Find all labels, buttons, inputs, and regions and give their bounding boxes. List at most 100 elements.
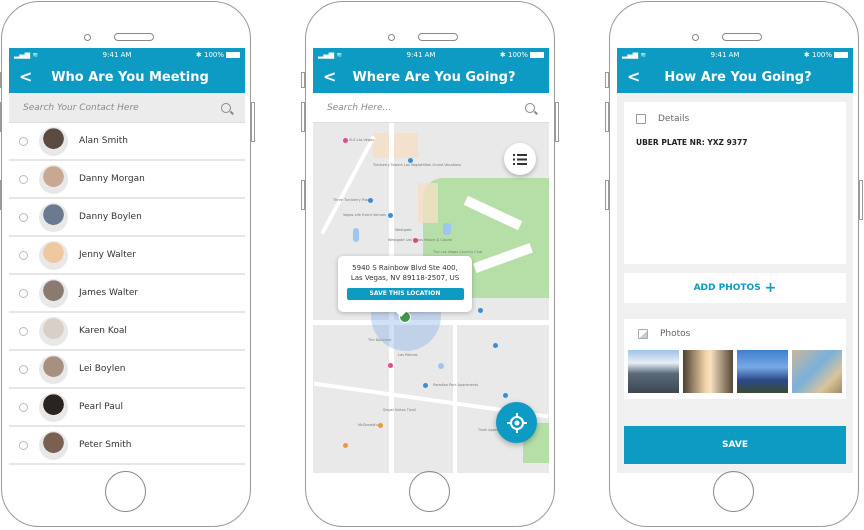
map-poi-pin[interactable]: [388, 363, 393, 368]
home-button[interactable]: [713, 471, 754, 512]
map-label: Las Palmas: [398, 353, 418, 357]
contact-row[interactable]: Peter Smith: [9, 427, 245, 465]
contact-radio[interactable]: [19, 136, 28, 146]
mute-switch: [605, 72, 609, 88]
contact-radio[interactable]: [19, 440, 28, 450]
power-button: [251, 102, 255, 142]
details-card[interactable]: Details UBER PLATE NR: YXZ 9377: [624, 102, 846, 264]
mute-switch: [301, 72, 305, 88]
water-pond: [443, 223, 451, 235]
save-button[interactable]: SAVE: [624, 426, 846, 464]
map-poi-pin[interactable]: [378, 423, 383, 428]
home-button[interactable]: [409, 471, 450, 512]
search-icon[interactable]: [221, 102, 231, 113]
contact-radio[interactable]: [19, 250, 28, 260]
search-icon[interactable]: [525, 102, 535, 113]
phone-frame-3: ▂▄▆ ≋ 9:41 AM ✱ 100% < How Are You Going…: [605, 1, 863, 527]
contact-row[interactable]: Lei Boylen: [9, 351, 245, 389]
add-photos-label: ADD PHOTOS: [693, 283, 761, 293]
app-header: < Where Are You Going?: [313, 62, 549, 93]
contact-name: Lei Boylen: [79, 364, 126, 374]
volume-down-button: [301, 180, 305, 210]
contact-name: Peter Smith: [79, 440, 132, 450]
battery-percent: 100%: [507, 51, 528, 59]
status-time: 9:41 AM: [102, 51, 132, 59]
status-time: 9:41 AM: [710, 51, 740, 59]
map-poi-pin[interactable]: [503, 393, 508, 398]
back-chevron-icon[interactable]: <: [323, 67, 336, 86]
bluetooth-icon: ✱: [803, 51, 810, 59]
contact-search-bar: [9, 93, 245, 123]
location-screen: ▂▄▆ ≋ 9:41 AM ✱ 100% < Where Are You Goi…: [313, 48, 549, 473]
map-label: The Las Vegas Country Club: [433, 250, 483, 254]
power-button: [859, 180, 863, 220]
app-header: < Who Are You Meeting: [9, 62, 245, 93]
photo-thumbnail[interactable]: [737, 350, 788, 393]
earpiece-speaker: [722, 33, 762, 41]
avatar: [39, 202, 68, 232]
volume-up-button: [605, 102, 609, 132]
map-poi-pin[interactable]: [343, 443, 348, 448]
photo-thumbnail[interactable]: [628, 350, 679, 393]
page-title: Who Are You Meeting: [51, 70, 209, 85]
phone-frame-2: ▂▄▆ ≋ 9:41 AM ✱ 100% < Where Are You Goi…: [301, 1, 559, 527]
map-poi-pin[interactable]: [478, 308, 483, 313]
contact-row[interactable]: Danny Morgan: [9, 161, 245, 199]
map-poi-pin[interactable]: [493, 343, 498, 348]
contact-name: James Walter: [79, 288, 139, 298]
photo-thumbnail[interactable]: [791, 350, 842, 393]
contact-row[interactable]: Danny Boylen: [9, 199, 245, 237]
contact-radio[interactable]: [19, 326, 28, 336]
front-camera: [388, 34, 395, 41]
plus-icon: +: [764, 280, 777, 296]
contact-radio[interactable]: [19, 174, 28, 184]
contact-radio[interactable]: [19, 212, 28, 222]
avatar: [39, 164, 68, 194]
front-camera: [84, 34, 91, 41]
page-title: Where Are You Going?: [352, 70, 516, 85]
map-view[interactable]: SLS Las Vegas Turnberry Towers Las Vegas…: [313, 123, 549, 473]
save-location-button[interactable]: SAVE THIS LOCATION: [346, 288, 464, 300]
avatar: [39, 354, 68, 384]
map-poi-pin[interactable]: [423, 383, 428, 388]
map-label: Turnberry Towers Las Vegas: [373, 163, 422, 167]
contact-row[interactable]: Karen Koal: [9, 313, 245, 351]
phone-frame-1: ▂▄▆ ≋ 9:41 AM ✱ 100% < Who Are You Meeti…: [0, 1, 255, 527]
map-label: Vegas Life Event Venues: [343, 213, 386, 217]
contact-row[interactable]: Jenny Walter: [9, 237, 245, 275]
bluetooth-icon: ✱: [499, 51, 506, 59]
contact-radio[interactable]: [19, 402, 28, 412]
contact-name: Jenny Walter: [79, 250, 136, 260]
contact-row[interactable]: James Walter: [9, 275, 245, 313]
avatar: [39, 392, 68, 422]
map-poi-pin[interactable]: [343, 138, 348, 143]
home-button[interactable]: [105, 471, 146, 512]
contact-radio[interactable]: [19, 364, 28, 374]
photo-thumbnail[interactable]: [682, 350, 733, 393]
status-bar: ▂▄▆ ≋ 9:41 AM ✱ 100%: [313, 48, 549, 62]
back-chevron-icon[interactable]: <: [627, 67, 640, 86]
list-view-button[interactable]: [504, 143, 536, 175]
app-header: < How Are You Going?: [617, 62, 853, 93]
location-search-input[interactable]: [327, 102, 507, 113]
map-poi-pin[interactable]: [388, 213, 393, 218]
contact-row[interactable]: Pearl Paul: [9, 389, 245, 427]
status-bar: ▂▄▆ ≋ 9:41 AM ✱ 100%: [617, 48, 853, 62]
my-location-button[interactable]: [496, 402, 537, 443]
contact-search-input[interactable]: [23, 102, 203, 113]
street-vertical: [453, 323, 457, 473]
front-camera: [692, 34, 699, 41]
contact-row[interactable]: Alan Smith: [9, 123, 245, 161]
back-chevron-icon[interactable]: <: [19, 67, 32, 86]
add-photos-button[interactable]: ADD PHOTOS +: [624, 273, 846, 303]
volume-up-button: [301, 102, 305, 132]
battery-icon: [530, 52, 544, 58]
plate-number-text[interactable]: UBER PLATE NR: YXZ 9377: [636, 138, 834, 147]
map-label: Hilton Grand Vacations: [421, 163, 462, 167]
contact-name: Alan Smith: [79, 136, 128, 146]
contact-radio[interactable]: [19, 288, 28, 298]
location-popup: 5940 S Rainbow Blvd Ste 400, Las Vegas, …: [338, 256, 472, 317]
transport-screen: ▂▄▆ ≋ 9:41 AM ✱ 100% < How Are You Going…: [617, 48, 853, 473]
status-bar: ▂▄▆ ≋ 9:41 AM ✱ 100%: [9, 48, 245, 62]
volume-down-button: [605, 180, 609, 210]
